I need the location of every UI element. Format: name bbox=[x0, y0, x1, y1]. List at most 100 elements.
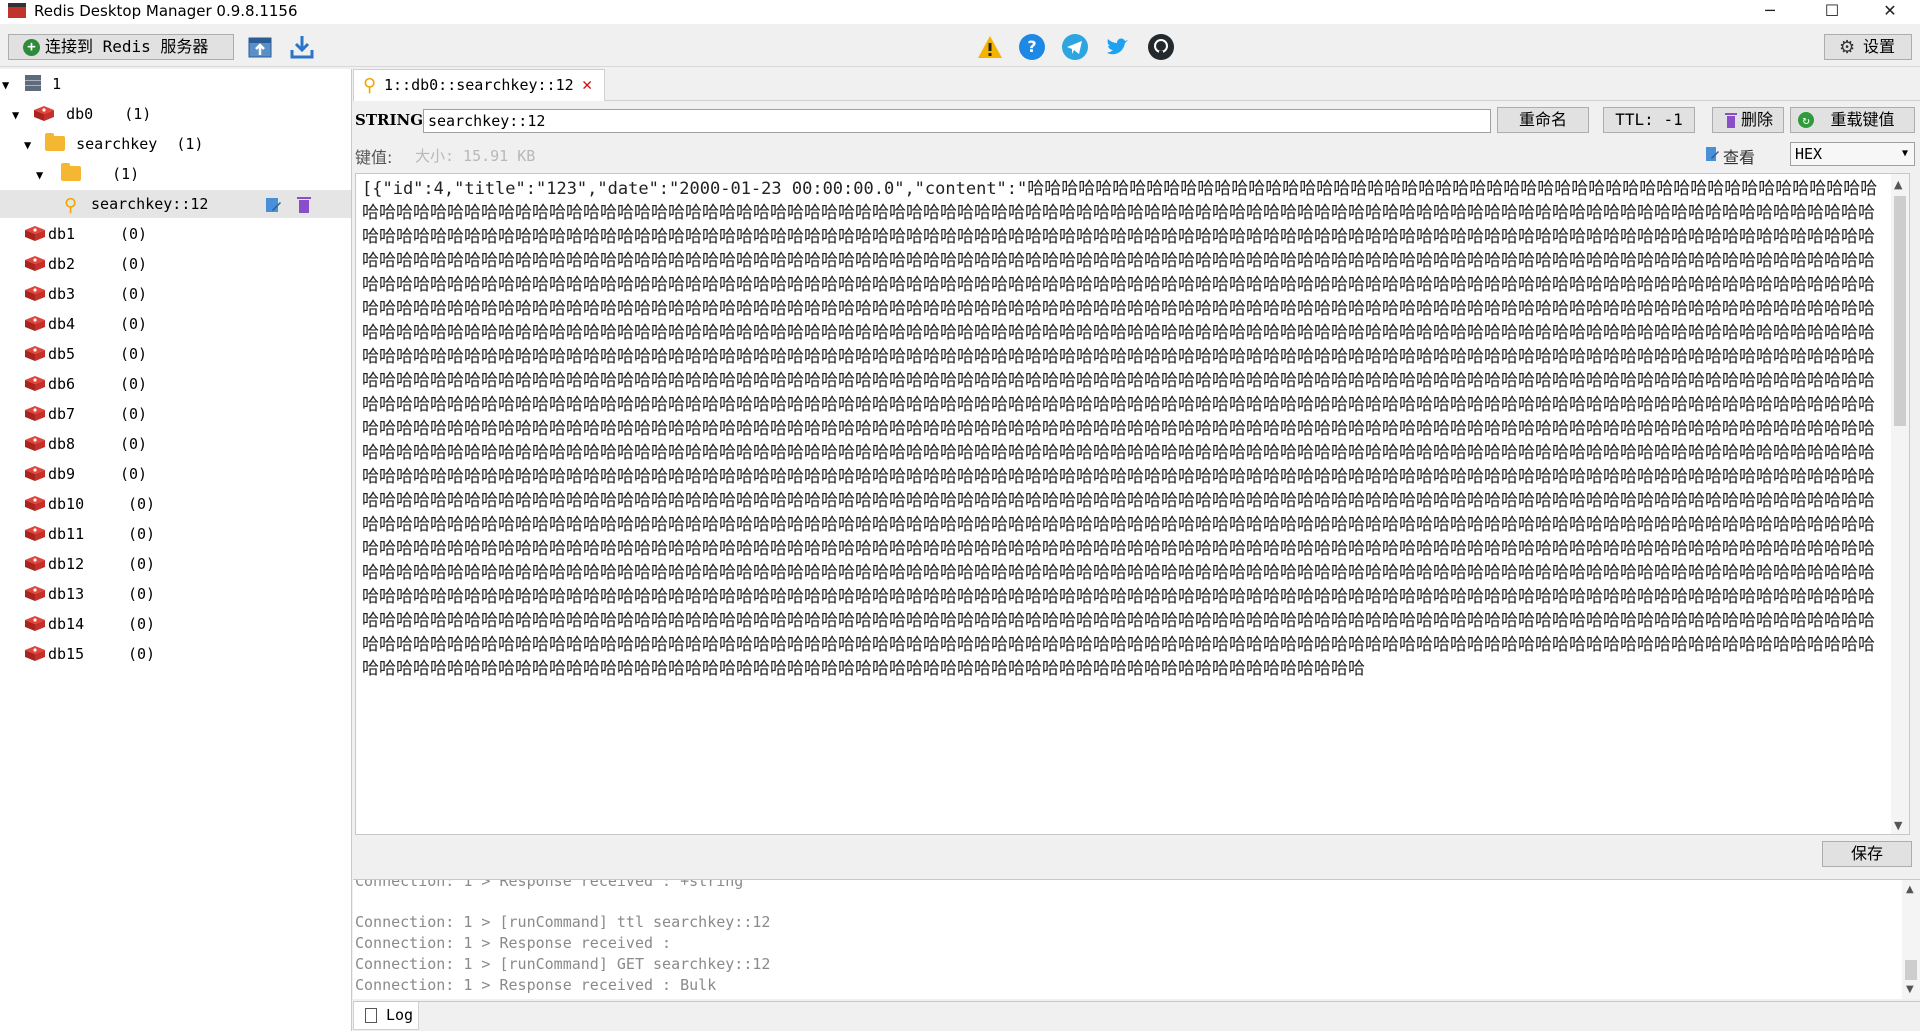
reload-label: 重载键值 bbox=[1830, 110, 1895, 129]
log-line: Connection: 1 > Response received : bbox=[355, 934, 672, 952]
key-header-row: STRING: searchkey::12 重命名 TTL: -1 删除 ↻ 重… bbox=[353, 107, 1920, 135]
tree-db-node[interactable]: db14 (0) bbox=[24, 610, 155, 638]
redis-db-icon bbox=[25, 556, 45, 571]
folder-icon bbox=[61, 163, 82, 181]
maximize-button[interactable]: ☐ bbox=[1804, 0, 1860, 24]
rename-button[interactable]: 重命名 bbox=[1497, 107, 1589, 133]
reload-button[interactable]: ↻ 重载键值 bbox=[1790, 107, 1915, 133]
redis-db-icon bbox=[25, 226, 45, 241]
expand-arrow-icon[interactable]: ▼ bbox=[24, 131, 36, 159]
toolbar: + 连接到 Redis 服务器 ? ⚙ 设置 bbox=[0, 24, 1920, 67]
tree-db-node[interactable]: db13 (0) bbox=[24, 580, 155, 608]
db-key-count: (0) bbox=[128, 615, 156, 633]
db-key-count: (0) bbox=[120, 315, 148, 333]
scroll-up-icon[interactable]: ▲ bbox=[1906, 884, 1914, 895]
db-label: db5 bbox=[48, 345, 76, 363]
tab-key[interactable]: ⚲ 1::db0::searchkey::12 ✕ bbox=[353, 69, 605, 101]
tree-db-node[interactable]: db15 (0) bbox=[24, 640, 155, 668]
db-key-count: (1) bbox=[124, 105, 152, 123]
tree-folder-node[interactable]: ▼ searchkey (1) bbox=[24, 130, 203, 158]
db-key-count: (0) bbox=[120, 465, 148, 483]
log-panel[interactable]: Connection: 1 > Response received : +str… bbox=[353, 879, 1920, 999]
github-icon[interactable] bbox=[1147, 33, 1175, 61]
telegram-icon[interactable] bbox=[1061, 33, 1089, 61]
warning-icon[interactable] bbox=[976, 33, 1004, 61]
chevron-down-icon: ▼ bbox=[1901, 148, 1908, 159]
scroll-up-icon[interactable]: ▲ bbox=[1894, 178, 1902, 191]
document-icon bbox=[365, 1008, 377, 1023]
trash-icon[interactable] bbox=[296, 195, 312, 214]
tree-db-node[interactable]: db1 (0) bbox=[24, 220, 147, 248]
tree-db-node[interactable]: db2 (0) bbox=[24, 250, 147, 278]
key-type-label: STRING: bbox=[355, 111, 429, 129]
db-label: db9 bbox=[48, 465, 76, 483]
expand-arrow-icon[interactable]: ▼ bbox=[12, 101, 24, 129]
tree-db-node[interactable]: db10 (0) bbox=[24, 490, 155, 518]
title-bar: Redis Desktop Manager 0.9.8.1156 ─ ☐ ✕ bbox=[0, 0, 1920, 24]
log-line: Connection: 1 > Response received : Bulk bbox=[355, 976, 717, 994]
log-tab-label: Log bbox=[386, 1006, 414, 1024]
tree-key-node[interactable]: ⚲ searchkey::12 bbox=[0, 190, 351, 218]
redis-db-icon bbox=[25, 526, 45, 541]
value-size: 大小: 15.91 KB bbox=[415, 147, 536, 165]
tree-db-node[interactable]: db8 (0) bbox=[24, 430, 147, 458]
edit-icon[interactable] bbox=[264, 196, 282, 214]
tree-db-node[interactable]: db11 (0) bbox=[24, 520, 155, 548]
help-icon[interactable]: ? bbox=[1019, 34, 1045, 60]
redis-db-icon bbox=[25, 286, 45, 301]
log-line: Connection: 1 > [runCommand] ttl searchk… bbox=[355, 913, 771, 931]
redis-db-icon bbox=[34, 106, 55, 121]
redis-db-icon bbox=[25, 616, 45, 631]
save-button[interactable]: 保存 bbox=[1822, 841, 1912, 867]
tab-log[interactable]: Log bbox=[353, 1002, 419, 1030]
scrollbar-thumb[interactable] bbox=[1905, 960, 1917, 980]
log-tab-bar: Log bbox=[353, 1001, 1920, 1031]
tree-db-node[interactable]: db6 (0) bbox=[24, 370, 147, 398]
redis-db-icon bbox=[25, 316, 45, 331]
tree-subfolder-node[interactable]: ▼ (1) bbox=[36, 160, 139, 188]
folder-key-count: (1) bbox=[176, 135, 204, 153]
value-text[interactable]: [{"id":4,"title":"123","date":"2000-01-2… bbox=[362, 177, 1882, 681]
tree-db-node[interactable]: ▼ db0 (1) bbox=[12, 100, 151, 128]
close-tab-icon[interactable]: ✕ bbox=[582, 70, 592, 100]
view-mode-value: HEX bbox=[1795, 145, 1823, 163]
key-name-field[interactable]: searchkey::12 bbox=[423, 109, 1491, 133]
redis-db-icon bbox=[25, 256, 45, 271]
tree-db-node[interactable]: db5 (0) bbox=[24, 340, 147, 368]
tree-db-node[interactable]: db9 (0) bbox=[24, 460, 147, 488]
view-mode-select[interactable]: HEX ▼ bbox=[1790, 142, 1915, 166]
scroll-down-icon[interactable]: ▼ bbox=[1894, 819, 1902, 832]
value-label: 键值: bbox=[355, 148, 393, 167]
db-key-count: (0) bbox=[120, 225, 148, 243]
window-title: Redis Desktop Manager 0.9.8.1156 bbox=[34, 2, 298, 20]
redis-db-icon bbox=[25, 376, 45, 391]
ttl-button[interactable]: TTL: -1 bbox=[1603, 107, 1695, 133]
scrollbar-thumb[interactable] bbox=[1894, 196, 1906, 426]
db-label: db7 bbox=[48, 405, 76, 423]
connect-server-button[interactable]: + 连接到 Redis 服务器 bbox=[8, 34, 234, 60]
close-button[interactable]: ✕ bbox=[1862, 0, 1918, 24]
log-line: Connection: 1 > [runCommand] GET searchk… bbox=[355, 955, 771, 973]
value-editor[interactable]: [{"id":4,"title":"123","date":"2000-01-2… bbox=[355, 173, 1910, 835]
expand-arrow-icon[interactable]: ▼ bbox=[2, 71, 14, 99]
scroll-down-icon[interactable]: ▼ bbox=[1906, 984, 1914, 995]
delete-button[interactable]: 删除 bbox=[1712, 107, 1784, 133]
minimize-button[interactable]: ─ bbox=[1742, 0, 1798, 24]
settings-button[interactable]: ⚙ 设置 bbox=[1824, 34, 1912, 60]
twitter-icon[interactable] bbox=[1104, 33, 1132, 61]
tree-db-node[interactable]: db7 (0) bbox=[24, 400, 147, 428]
tree-db-node[interactable]: db4 (0) bbox=[24, 310, 147, 338]
app-icon bbox=[8, 3, 26, 18]
key-icon: ⚲ bbox=[363, 75, 377, 96]
tree-db-node[interactable]: db12 (0) bbox=[24, 550, 155, 578]
db-label: db3 bbox=[48, 285, 76, 303]
export-icon[interactable] bbox=[288, 33, 316, 61]
tab-label: 1::db0::searchkey::12 bbox=[384, 76, 574, 94]
tree-server-node[interactable]: ▼ 1 bbox=[2, 70, 61, 98]
connection-tree[interactable]: ▼ 1 ▼ db0 (1) ▼ searchkey (1) ▼ (1) ⚲ se… bbox=[0, 69, 352, 1031]
expand-arrow-icon[interactable]: ▼ bbox=[36, 161, 48, 189]
tree-db-node[interactable]: db3 (0) bbox=[24, 280, 147, 308]
value-scrollbar[interactable]: ▲ ▼ bbox=[1891, 174, 1909, 834]
log-scrollbar[interactable]: ▲ ▼ bbox=[1902, 880, 1920, 999]
import-icon[interactable] bbox=[246, 33, 274, 61]
